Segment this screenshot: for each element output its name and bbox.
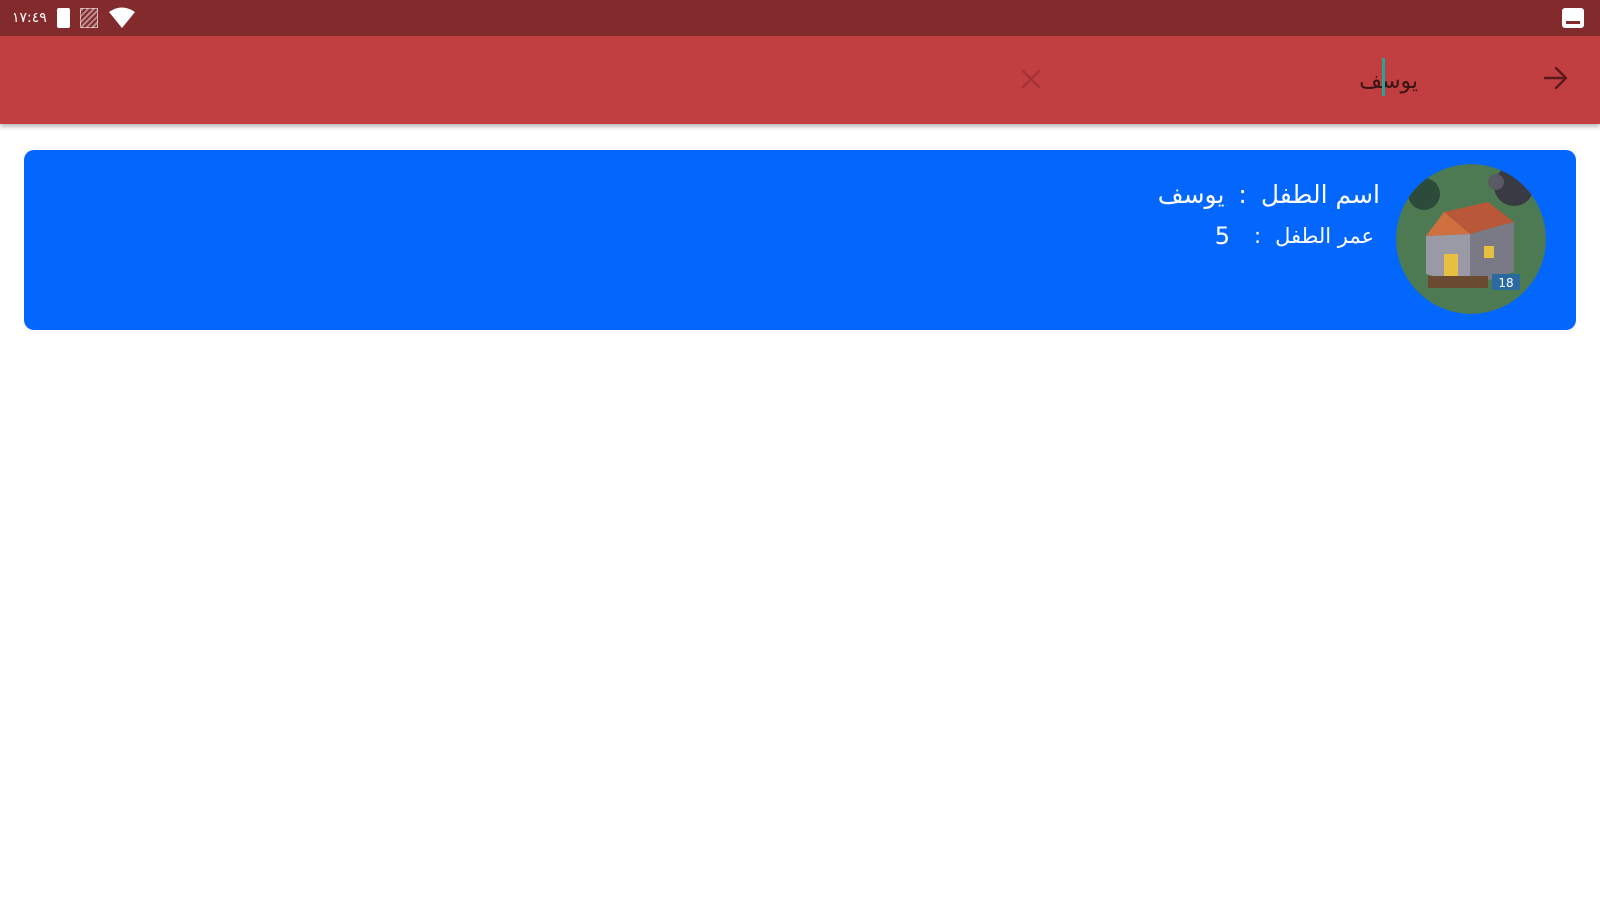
status-time: ١٧:٤٩	[12, 10, 47, 26]
child-age-label: عمر الطفل	[1275, 224, 1374, 248]
age-separator: :	[1254, 224, 1262, 248]
status-icons: ١٧:٤٩	[12, 0, 136, 36]
wifi-icon	[108, 7, 136, 29]
child-age-value: 5	[1214, 222, 1230, 250]
back-button[interactable]	[1536, 60, 1576, 100]
sim-icon	[79, 8, 98, 28]
arrow-right-icon	[1541, 63, 1571, 97]
battery-icon	[56, 8, 70, 28]
child-name-value: يوسف	[1157, 180, 1225, 209]
notification-area	[1562, 8, 1584, 28]
name-separator: :	[1238, 180, 1247, 209]
house-avatar-icon: 18	[1396, 164, 1546, 314]
child-result-card[interactable]: 18 اسم الطفل : يوسف عمر الطفل : 5	[24, 150, 1576, 330]
search-app-bar	[0, 36, 1600, 124]
child-avatar: 18	[1396, 164, 1546, 314]
child-name-row: اسم الطفل : يوسف	[1158, 180, 1380, 209]
status-bar: ١٧:٤٩	[0, 0, 1600, 36]
close-icon	[1019, 67, 1043, 95]
search-input[interactable]	[816, 58, 1420, 104]
text-caret	[1382, 58, 1385, 96]
clear-search-button[interactable]	[1014, 64, 1048, 98]
child-age-row: عمر الطفل : 5	[1215, 222, 1374, 250]
child-name-label: اسم الطفل	[1260, 180, 1380, 209]
image-notification-icon	[1562, 8, 1584, 28]
avatar-badge: 18	[1498, 276, 1513, 290]
